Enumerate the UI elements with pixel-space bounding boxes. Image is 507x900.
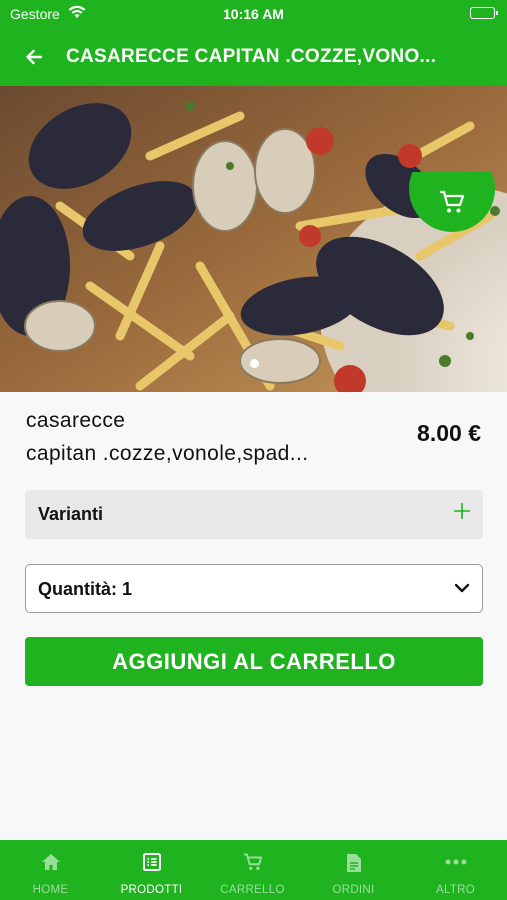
add-to-cart-button[interactable]: AGGIUNGI AL CARRELLO	[25, 637, 483, 686]
cart-icon	[202, 853, 303, 871]
arrow-left-icon	[26, 49, 43, 65]
quantity-select[interactable]: Quantità: 1	[25, 564, 483, 613]
product-name-line1: casarecce	[26, 409, 126, 432]
product-price: 8.00 €	[417, 420, 481, 446]
status-bar: Gestore 10:16 AM	[0, 0, 507, 28]
chevron-down-icon	[454, 581, 470, 599]
tab-home-label: HOME	[32, 884, 69, 896]
product-name-line2: capitan .cozze,vonole,spad...	[26, 442, 309, 465]
tab-ordini-label: ORDINI	[332, 884, 375, 896]
tab-prodotti[interactable]: PRODOTTI	[101, 840, 202, 900]
document-icon	[303, 853, 404, 873]
quantity-value: Quantità: 1	[38, 579, 133, 599]
plus-icon	[453, 502, 471, 525]
variants-expander[interactable]: Varianti	[25, 490, 483, 539]
product-name: casarecce capitan .cozze,vonole,spad...	[26, 404, 376, 470]
product-image-carousel[interactable]	[0, 86, 507, 392]
tab-carrello[interactable]: CARRELLO	[202, 840, 303, 900]
app-bar: CASARECCE CAPITAN .COZZE,VONO...	[0, 28, 507, 86]
tab-altro-label: ALTRO	[436, 884, 475, 896]
tab-ordini[interactable]: ORDINI	[303, 840, 404, 900]
tab-altro[interactable]: ALTRO	[404, 840, 507, 900]
tab-home[interactable]: HOME	[0, 840, 101, 900]
tab-carrello-label: CARRELLO	[220, 884, 285, 896]
more-icon	[404, 853, 507, 871]
product-photo	[0, 86, 507, 392]
carousel-page-indicator	[250, 359, 259, 368]
bottom-tab-bar: HOME PRODOTTI CARRELLO ORDINI ALTRO	[0, 840, 507, 900]
home-icon	[0, 853, 101, 871]
list-icon	[101, 853, 202, 871]
cart-icon	[440, 190, 465, 213]
tab-prodotti-label: PRODOTTI	[120, 884, 183, 896]
page-title: CASARECCE CAPITAN .COZZE,VONO...	[66, 46, 437, 67]
variants-label: Varianti	[38, 504, 104, 524]
battery-icon	[470, 7, 498, 19]
clock: 10:16 AM	[223, 6, 284, 22]
back-button[interactable]	[20, 43, 48, 71]
